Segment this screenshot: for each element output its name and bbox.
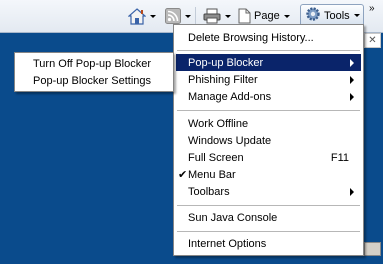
menu-item-sun-java-console[interactable]: Sun Java Console: [176, 209, 361, 226]
toolbar-divider: [195, 7, 196, 25]
shortcut-label: F11: [330, 151, 349, 164]
menu-item-label: Manage Add-ons: [188, 90, 272, 103]
menu-item-label: Delete Browsing History...: [188, 31, 314, 44]
check-icon: ✔: [178, 169, 188, 181]
menu-item-menu-bar[interactable]: ✔ Menu Bar: [176, 166, 361, 183]
home-dropdown-icon[interactable]: [150, 14, 156, 18]
toolbar-overflow-chevron[interactable]: »: [369, 3, 374, 14]
menu-item-work-offline[interactable]: Work Offline: [176, 115, 361, 132]
menu-item-phishing-filter[interactable]: Phishing Filter: [176, 71, 361, 88]
menu-item-label: Pop-up Blocker: [188, 56, 264, 69]
menu-item-label: Toolbars: [188, 185, 230, 198]
print-dropdown-icon[interactable]: [225, 14, 231, 18]
page-icon: [238, 8, 251, 24]
print-button[interactable]: [203, 6, 231, 26]
menu-item-label: Work Offline: [188, 117, 249, 130]
feeds-icon: [165, 8, 181, 24]
menu-item-label: Windows Update: [188, 134, 272, 147]
scrollbar-corner: [364, 242, 381, 256]
print-icon: [203, 8, 221, 24]
submenu-arrow-icon: [350, 93, 354, 101]
page-label: Page: [254, 10, 280, 22]
tools-dropdown-icon: [353, 14, 360, 17]
submenu-arrow-icon: [350, 59, 354, 67]
home-icon: [128, 7, 146, 25]
menu-item-manage-add-ons[interactable]: Manage Add-ons: [176, 88, 361, 105]
menu-separator: [177, 231, 360, 232]
menu-separator: [177, 110, 360, 111]
tools-label: Tools: [324, 9, 350, 22]
menu-item-label: Phishing Filter: [188, 73, 258, 86]
menu-item-popup-blocker-settings[interactable]: Pop-up Blocker Settings: [17, 72, 171, 89]
submenu-arrow-icon: [350, 188, 354, 196]
menu-item-popup-blocker[interactable]: Pop-up Blocker: [176, 54, 361, 71]
tools-menu: Delete Browsing History... Pop-up Blocke…: [173, 24, 364, 256]
menu-item-label: Sun Java Console: [188, 211, 278, 224]
home-button[interactable]: [128, 6, 156, 26]
menu-item-label: Turn Off Pop-up Blocker: [33, 57, 151, 70]
feeds-button[interactable]: [165, 6, 191, 26]
close-icon[interactable]: ✕: [364, 33, 381, 48]
menu-item-windows-update[interactable]: Windows Update: [176, 132, 361, 149]
menu-item-turn-off-popup-blocker[interactable]: Turn Off Pop-up Blocker: [17, 55, 171, 72]
menu-separator: [177, 50, 360, 51]
menu-item-full-screen[interactable]: Full Screen F11: [176, 149, 361, 166]
menu-item-toolbars[interactable]: Toolbars: [176, 183, 361, 200]
menu-item-internet-options[interactable]: Internet Options: [176, 235, 361, 252]
feeds-dropdown-icon[interactable]: [185, 14, 191, 18]
popup-blocker-submenu: Turn Off Pop-up Blocker Pop-up Blocker S…: [14, 52, 174, 92]
gear-icon: [305, 6, 321, 25]
submenu-arrow-icon: [350, 76, 354, 84]
page-dropdown-icon: [283, 14, 290, 18]
menu-item-label: Full Screen: [188, 151, 244, 164]
menu-separator: [177, 205, 360, 206]
menu-item-delete-browsing-history[interactable]: Delete Browsing History...: [176, 29, 361, 46]
menu-item-label: Menu Bar: [188, 168, 236, 181]
page-button[interactable]: Page: [238, 6, 290, 26]
menu-item-label: Internet Options: [188, 237, 267, 250]
menu-item-label: Pop-up Blocker Settings: [33, 74, 152, 87]
